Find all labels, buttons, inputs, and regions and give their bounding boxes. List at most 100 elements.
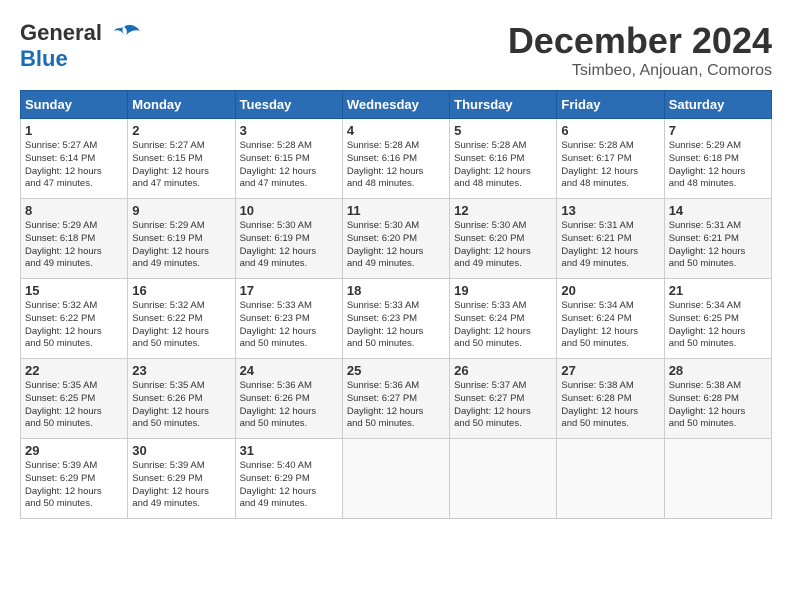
day-number: 31 [240, 443, 338, 458]
title-area: December 2024 Tsimbeo, Anjouan, Comoros [508, 20, 772, 80]
calendar-week-row: 22 Sunrise: 5:35 AMSunset: 6:25 PMDayligh… [21, 359, 772, 439]
day-info: Sunrise: 5:37 AMSunset: 6:27 PMDaylight:… [454, 380, 552, 431]
day-info: Sunrise: 5:33 AMSunset: 6:24 PMDaylight:… [454, 300, 552, 351]
calendar-table: SundayMondayTuesdayWednesdayThursdayFrid… [20, 90, 772, 519]
header: GeneralBlue December 2024 Tsimbeo, Anjou… [20, 20, 772, 80]
day-number: 27 [561, 363, 659, 378]
calendar-cell: 26 Sunrise: 5:37 AMSunset: 6:27 PMDayligh… [450, 359, 557, 439]
calendar-week-row: 8 Sunrise: 5:29 AMSunset: 6:18 PMDaylight… [21, 199, 772, 279]
calendar-header-row: SundayMondayTuesdayWednesdayThursdayFrid… [21, 91, 772, 119]
calendar-cell: 22 Sunrise: 5:35 AMSunset: 6:25 PMDayligh… [21, 359, 128, 439]
calendar-cell: 27 Sunrise: 5:38 AMSunset: 6:28 PMDayligh… [557, 359, 664, 439]
calendar-cell: 25 Sunrise: 5:36 AMSunset: 6:27 PMDayligh… [342, 359, 449, 439]
calendar-cell: 24 Sunrise: 5:36 AMSunset: 6:26 PMDayligh… [235, 359, 342, 439]
calendar-cell: 20 Sunrise: 5:34 AMSunset: 6:24 PMDayligh… [557, 279, 664, 359]
day-number: 3 [240, 123, 338, 138]
calendar-cell: 5 Sunrise: 5:28 AMSunset: 6:16 PMDaylight… [450, 119, 557, 199]
day-info: Sunrise: 5:29 AMSunset: 6:18 PMDaylight:… [669, 140, 767, 191]
calendar-cell: 17 Sunrise: 5:33 AMSunset: 6:23 PMDayligh… [235, 279, 342, 359]
day-info: Sunrise: 5:33 AMSunset: 6:23 PMDaylight:… [347, 300, 445, 351]
calendar-cell [450, 439, 557, 519]
calendar-cell: 2 Sunrise: 5:27 AMSunset: 6:15 PMDaylight… [128, 119, 235, 199]
calendar-day-header: Tuesday [235, 91, 342, 119]
calendar-cell [342, 439, 449, 519]
day-number: 5 [454, 123, 552, 138]
day-info: Sunrise: 5:33 AMSunset: 6:23 PMDaylight:… [240, 300, 338, 351]
calendar-cell: 12 Sunrise: 5:30 AMSunset: 6:20 PMDayligh… [450, 199, 557, 279]
calendar-day-header: Sunday [21, 91, 128, 119]
day-info: Sunrise: 5:32 AMSunset: 6:22 PMDaylight:… [25, 300, 123, 351]
calendar-cell: 7 Sunrise: 5:29 AMSunset: 6:18 PMDaylight… [664, 119, 771, 199]
day-info: Sunrise: 5:35 AMSunset: 6:26 PMDaylight:… [132, 380, 230, 431]
day-info: Sunrise: 5:30 AMSunset: 6:19 PMDaylight:… [240, 220, 338, 271]
day-number: 9 [132, 203, 230, 218]
day-number: 24 [240, 363, 338, 378]
day-number: 22 [25, 363, 123, 378]
day-number: 1 [25, 123, 123, 138]
calendar-cell: 15 Sunrise: 5:32 AMSunset: 6:22 PMDayligh… [21, 279, 128, 359]
calendar-cell: 16Sunrise: 5:32 AMSunset: 6:22 PMDayligh… [128, 279, 235, 359]
calendar-cell: 13 Sunrise: 5:31 AMSunset: 6:21 PMDayligh… [557, 199, 664, 279]
calendar-cell: 23 Sunrise: 5:35 AMSunset: 6:26 PMDayligh… [128, 359, 235, 439]
day-info: Sunrise: 5:39 AMSunset: 6:29 PMDaylight:… [132, 460, 230, 511]
day-number: 8 [25, 203, 123, 218]
calendar-day-header: Wednesday [342, 91, 449, 119]
location-title: Tsimbeo, Anjouan, Comoros [508, 62, 772, 80]
calendar-cell [664, 439, 771, 519]
day-info: Sunrise: 5:34 AMSunset: 6:24 PMDaylight:… [561, 300, 659, 351]
day-info: Sunrise: 5:36 AMSunset: 6:26 PMDaylight:… [240, 380, 338, 431]
day-number: 21 [669, 283, 767, 298]
calendar-cell: 14 Sunrise: 5:31 AMSunset: 6:21 PMDayligh… [664, 199, 771, 279]
day-number: 28 [669, 363, 767, 378]
day-number: 2 [132, 123, 230, 138]
day-info: Sunrise: 5:38 AMSunset: 6:28 PMDaylight:… [561, 380, 659, 431]
logo-text: GeneralBlue [20, 20, 102, 72]
day-info: Sunrise: 5:29 AMSunset: 6:19 PMDaylight:… [132, 220, 230, 271]
day-info: Sunrise: 5:29 AMSunset: 6:18 PMDaylight:… [25, 220, 123, 271]
calendar-cell: 1Sunrise: 5:27 AMSunset: 6:14 PMDaylight… [21, 119, 128, 199]
calendar-day-header: Friday [557, 91, 664, 119]
calendar-week-row: 1Sunrise: 5:27 AMSunset: 6:14 PMDaylight… [21, 119, 772, 199]
day-number: 12 [454, 203, 552, 218]
day-info: Sunrise: 5:30 AMSunset: 6:20 PMDaylight:… [454, 220, 552, 271]
day-info: Sunrise: 5:28 AMSunset: 6:16 PMDaylight:… [347, 140, 445, 191]
month-title: December 2024 [508, 20, 772, 62]
day-number: 23 [132, 363, 230, 378]
calendar-cell: 19Sunrise: 5:33 AMSunset: 6:24 PMDayligh… [450, 279, 557, 359]
calendar-cell: 8 Sunrise: 5:29 AMSunset: 6:18 PMDaylight… [21, 199, 128, 279]
calendar-cell: 31 Sunrise: 5:40 AMSunset: 6:29 PMDayligh… [235, 439, 342, 519]
day-number: 15 [25, 283, 123, 298]
day-info: Sunrise: 5:38 AMSunset: 6:28 PMDaylight:… [669, 380, 767, 431]
calendar-cell: 21 Sunrise: 5:34 AMSunset: 6:25 PMDayligh… [664, 279, 771, 359]
calendar-cell: 4 Sunrise: 5:28 AMSunset: 6:16 PMDaylight… [342, 119, 449, 199]
day-info: Sunrise: 5:31 AMSunset: 6:21 PMDaylight:… [669, 220, 767, 271]
day-number: 26 [454, 363, 552, 378]
day-number: 20 [561, 283, 659, 298]
day-info: Sunrise: 5:34 AMSunset: 6:25 PMDaylight:… [669, 300, 767, 351]
calendar-cell [557, 439, 664, 519]
day-info: Sunrise: 5:28 AMSunset: 6:15 PMDaylight:… [240, 140, 338, 191]
calendar-cell: 10Sunrise: 5:30 AMSunset: 6:19 PMDayligh… [235, 199, 342, 279]
logo: GeneralBlue [20, 20, 142, 72]
day-number: 13 [561, 203, 659, 218]
day-info: Sunrise: 5:30 AMSunset: 6:20 PMDaylight:… [347, 220, 445, 271]
day-number: 4 [347, 123, 445, 138]
day-number: 17 [240, 283, 338, 298]
day-number: 25 [347, 363, 445, 378]
day-info: Sunrise: 5:39 AMSunset: 6:29 PMDaylight:… [25, 460, 123, 511]
calendar-cell: 28 Sunrise: 5:38 AMSunset: 6:28 PMDayligh… [664, 359, 771, 439]
calendar-cell: 11Sunrise: 5:30 AMSunset: 6:20 PMDayligh… [342, 199, 449, 279]
calendar-cell: 18Sunrise: 5:33 AMSunset: 6:23 PMDayligh… [342, 279, 449, 359]
day-info: Sunrise: 5:27 AMSunset: 6:15 PMDaylight:… [132, 140, 230, 191]
day-info: Sunrise: 5:35 AMSunset: 6:25 PMDaylight:… [25, 380, 123, 431]
day-number: 29 [25, 443, 123, 458]
day-info: Sunrise: 5:28 AMSunset: 6:16 PMDaylight:… [454, 140, 552, 191]
calendar-cell: 6Sunrise: 5:28 AMSunset: 6:17 PMDaylight… [557, 119, 664, 199]
day-info: Sunrise: 5:31 AMSunset: 6:21 PMDaylight:… [561, 220, 659, 271]
day-info: Sunrise: 5:40 AMSunset: 6:29 PMDaylight:… [240, 460, 338, 511]
day-number: 14 [669, 203, 767, 218]
day-number: 7 [669, 123, 767, 138]
day-info: Sunrise: 5:36 AMSunset: 6:27 PMDaylight:… [347, 380, 445, 431]
day-number: 6 [561, 123, 659, 138]
calendar-day-header: Saturday [664, 91, 771, 119]
